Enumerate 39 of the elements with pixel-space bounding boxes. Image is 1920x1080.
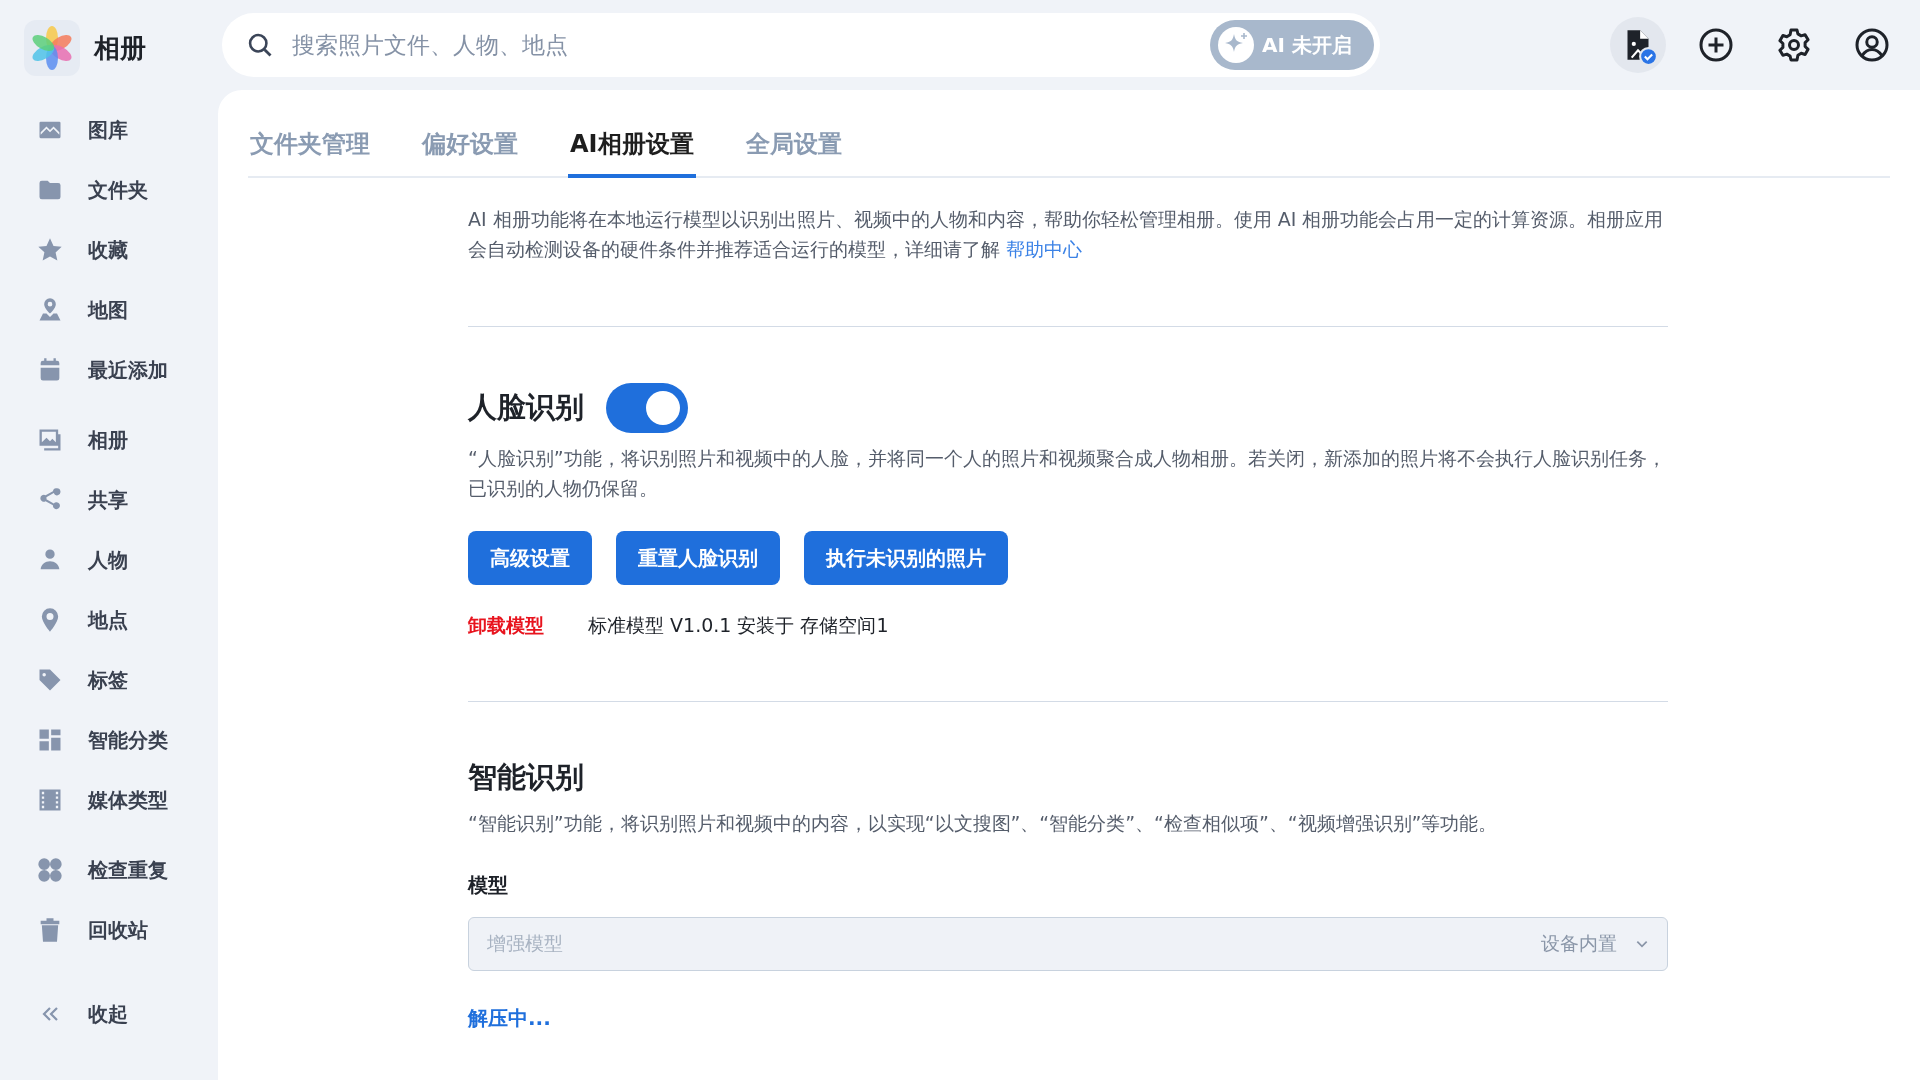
sidebar-item[interactable]: 智能分类	[24, 720, 218, 760]
section-description: “人脸识别”功能，将识别照片和视频中的人脸，并将同一个人的照片和视频聚合成人物相册。若关闭，新添加的照片将不会执行人脸识别任务，已识别的人物仍保留。	[468, 446, 1667, 501]
section-title: 人脸识别	[468, 389, 584, 426]
face-recognition-toggle[interactable]	[606, 383, 688, 433]
sidebar-nav-icon	[36, 856, 64, 884]
app-logo-icon	[24, 20, 80, 76]
search-icon	[246, 31, 274, 59]
uninstall-model-link[interactable]: 卸载模型	[468, 613, 544, 639]
sidebar-item[interactable]: 标签	[24, 660, 218, 700]
section-title: 智能识别	[468, 759, 585, 796]
plus-circle-icon	[1698, 27, 1734, 63]
section-description: “智能识别”功能，将识别照片和视频中的内容，以实现“以文搜图”、“智能分类”、“检查相似项”、“视频增强识别”等功能。	[468, 811, 1499, 836]
tab[interactable]: AI相册设置	[568, 124, 696, 178]
sidebar-item[interactable]: 相册	[24, 420, 218, 460]
sidebar-item[interactable]: 回收站	[24, 910, 218, 950]
sidebar-item[interactable]: 检查重复	[24, 850, 218, 890]
action-button[interactable]: 重置人脸识别	[616, 531, 780, 585]
help-center-link[interactable]: 帮助中心	[1006, 238, 1083, 260]
settings-icon	[1776, 27, 1812, 63]
field-label: 模型	[468, 872, 509, 899]
sidebar-item[interactable]: 媒体类型	[24, 780, 218, 820]
sidebar-item[interactable]: 人物	[24, 540, 218, 580]
sidebar-item[interactable]: 地点	[24, 600, 218, 640]
sidebar-item[interactable]: 最近添加	[24, 350, 218, 390]
sidebar-item[interactable]: 地图	[24, 290, 218, 330]
app-title: 相册	[94, 31, 146, 65]
sparkle-icon	[1218, 27, 1255, 63]
model-info-text: 标准模型 V1.0.1 安装于 存储空间1	[588, 613, 889, 638]
action-button[interactable]: 执行未识别的照片	[804, 531, 1008, 585]
action-button[interactable]: 高级设置	[468, 531, 592, 585]
sidebar-item[interactable]: 收藏	[24, 230, 218, 270]
sidebar-item[interactable]: 文件夹	[24, 170, 218, 210]
collapse-button[interactable]: 收起	[24, 994, 218, 1034]
sidebar-item[interactable]: 图库	[24, 110, 218, 150]
intro-text: AI 相册功能将在本地运行模型以识别出照片、视频中的人物和内容，帮助你轻松管理相册。使用 AI 相册功能会占用一定的计算资源。相册应用会自动检测设备的硬件条件并推荐适合运行的模型，详细请了解 帮助中心	[468, 207, 1665, 262]
user-circle-icon	[1854, 27, 1890, 63]
file-sync-button[interactable]	[1610, 17, 1666, 73]
sidebar-item[interactable]: 共享	[24, 480, 218, 520]
status-text: 解压中...	[468, 1005, 552, 1032]
